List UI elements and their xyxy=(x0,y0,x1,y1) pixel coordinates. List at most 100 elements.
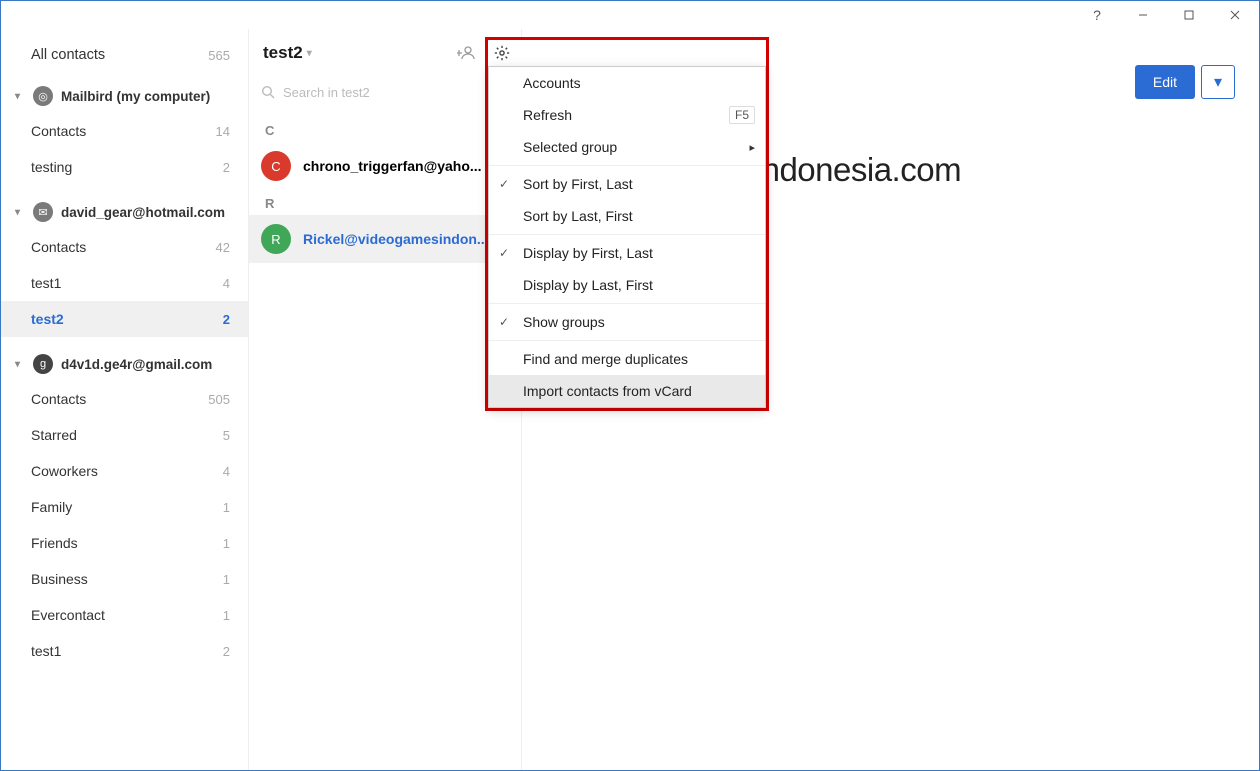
menu-item[interactable]: Sort by Last, First xyxy=(489,200,765,232)
menu-item[interactable]: Import contacts from vCard xyxy=(489,375,765,407)
sidebar-item[interactable]: test12 xyxy=(1,633,248,669)
search-bar[interactable] xyxy=(261,77,509,107)
chevron-down-icon: ▾ xyxy=(15,207,25,218)
sidebar-item-label: test1 xyxy=(31,275,223,291)
window-titlebar: ? xyxy=(1,1,1259,29)
sidebar-item-label: Contacts xyxy=(31,391,208,407)
sidebar-item-label: test2 xyxy=(31,311,223,327)
sidebar: All contacts 565 ▾ ◎ Mailbird (my computer… xyxy=(1,29,249,770)
account-name: Mailbird (my computer) xyxy=(61,89,236,104)
menu-separator xyxy=(489,303,765,304)
menu-item[interactable]: RefreshF5 xyxy=(489,99,765,131)
list-header: test2 ▾ xyxy=(249,29,521,77)
add-contact-button[interactable] xyxy=(455,42,477,64)
settings-menu: AccountsRefreshF5Selected group▸✓Sort by… xyxy=(488,66,766,408)
gear-icon[interactable] xyxy=(494,45,510,61)
close-icon xyxy=(1230,10,1240,20)
check-icon: ✓ xyxy=(499,246,509,260)
sidebar-item-count: 2 xyxy=(223,644,230,659)
maximize-button[interactable] xyxy=(1169,3,1209,27)
sidebar-item[interactable]: Evercontact1 xyxy=(1,597,248,633)
menu-item-label: Display by First, Last xyxy=(523,245,653,261)
account-badge-icon: g xyxy=(33,354,53,374)
sidebar-all-contacts[interactable]: All contacts 565 xyxy=(1,37,248,73)
account-name: david_gear@hotmail.com xyxy=(61,205,236,220)
sidebar-item-count: 1 xyxy=(223,572,230,587)
sidebar-item[interactable]: test14 xyxy=(1,265,248,301)
sidebar-item[interactable]: Contacts42 xyxy=(1,229,248,265)
help-icon: ? xyxy=(1093,7,1101,23)
chevron-down-icon: ▾ xyxy=(15,359,25,370)
sidebar-item-label: Business xyxy=(31,571,223,587)
section-letter: C xyxy=(249,117,521,142)
contact-name: chrono_triggerfan@yaho... xyxy=(303,158,509,174)
search-icon xyxy=(261,85,275,99)
group-title-dropdown[interactable]: test2 ▾ xyxy=(263,43,312,63)
menu-item[interactable]: Accounts xyxy=(489,67,765,99)
sidebar-item-label: Contacts xyxy=(31,239,216,255)
edit-button[interactable]: Edit xyxy=(1135,65,1195,99)
sidebar-item[interactable]: Family1 xyxy=(1,489,248,525)
chevron-down-icon: ▾ xyxy=(307,48,312,59)
account-header[interactable]: ▾ ✉ david_gear@hotmail.com xyxy=(1,195,248,229)
menu-item[interactable]: ✓Show groups xyxy=(489,306,765,338)
account-header[interactable]: ▾ ◎ Mailbird (my computer) xyxy=(1,79,248,113)
sidebar-item-count: 1 xyxy=(223,500,230,515)
menu-item-label: Find and merge duplicates xyxy=(523,351,688,367)
contact-name: Rickel@videogamesindon... xyxy=(303,231,509,247)
menu-item[interactable]: ✓ Display by First, Last xyxy=(489,237,765,269)
sidebar-item[interactable]: Contacts14 xyxy=(1,113,248,149)
menu-separator xyxy=(489,234,765,235)
maximize-icon xyxy=(1184,10,1194,20)
sidebar-item-label: All contacts xyxy=(31,47,208,63)
search-input[interactable] xyxy=(283,85,509,100)
menu-item-label: Display by Last, First xyxy=(523,277,653,293)
sidebar-item-count: 1 xyxy=(223,536,230,551)
account-badge-icon: ✉ xyxy=(33,202,53,222)
menu-shortcut: F5 xyxy=(729,106,755,124)
sidebar-item-label: Evercontact xyxy=(31,607,223,623)
avatar: C xyxy=(261,151,291,181)
minimize-button[interactable] xyxy=(1123,3,1163,27)
settings-menu-highlight: AccountsRefreshF5Selected group▸✓Sort by… xyxy=(485,37,769,411)
sidebar-item-count: 42 xyxy=(216,240,230,255)
sidebar-item-label: test1 xyxy=(31,643,223,659)
menu-item-label: Selected group xyxy=(523,139,617,155)
sidebar-item-count: 2 xyxy=(223,312,230,327)
contact-row[interactable]: Cchrono_triggerfan@yaho... xyxy=(249,142,521,190)
check-icon: ✓ xyxy=(499,177,509,191)
help-button[interactable]: ? xyxy=(1077,3,1117,27)
sidebar-item[interactable]: test22 xyxy=(1,301,248,337)
sidebar-item[interactable]: Coworkers4 xyxy=(1,453,248,489)
sidebar-item[interactable]: testing2 xyxy=(1,149,248,185)
menu-separator xyxy=(489,165,765,166)
edit-dropdown-button[interactable]: ▾ xyxy=(1201,65,1235,99)
contact-list-panel: test2 ▾ xyxy=(249,29,522,770)
sidebar-item-count: 4 xyxy=(223,464,230,479)
menu-item[interactable]: Display by Last, First xyxy=(489,269,765,301)
menu-item-label: Accounts xyxy=(523,75,581,91)
menu-item[interactable]: Find and merge duplicates xyxy=(489,343,765,375)
menu-item-label: Import contacts from vCard xyxy=(523,383,692,399)
account-badge-icon: ◎ xyxy=(33,86,53,106)
sidebar-item-count: 14 xyxy=(216,124,230,139)
avatar: R xyxy=(261,224,291,254)
account-header[interactable]: ▾gd4v1d.ge4r@gmail.com xyxy=(1,347,248,381)
sidebar-item[interactable]: Contacts505 xyxy=(1,381,248,417)
check-icon: ✓ xyxy=(499,315,509,329)
menu-item[interactable]: Selected group ▸ xyxy=(489,131,765,163)
contact-row[interactable]: R Rickel@videogamesindon... xyxy=(249,215,521,263)
sidebar-item[interactable]: Friends1 xyxy=(1,525,248,561)
sidebar-item-label: Family xyxy=(31,499,223,515)
sidebar-item-label: Coworkers xyxy=(31,463,223,479)
sidebar-item[interactable]: Starred5 xyxy=(1,417,248,453)
sidebar-item-label: Friends xyxy=(31,535,223,551)
sidebar-item-count: 1 xyxy=(223,608,230,623)
menu-item[interactable]: ✓Sort by First, Last xyxy=(489,168,765,200)
close-button[interactable] xyxy=(1215,3,1255,27)
app-window: ? All contacts 565 ▾ ◎ Mailbird (my comput… xyxy=(0,0,1260,771)
sidebar-item-count: 2 xyxy=(223,160,230,175)
chevron-down-icon: ▾ xyxy=(15,91,25,102)
submenu-arrow-icon: ▸ xyxy=(749,141,755,154)
sidebar-item[interactable]: Business1 xyxy=(1,561,248,597)
